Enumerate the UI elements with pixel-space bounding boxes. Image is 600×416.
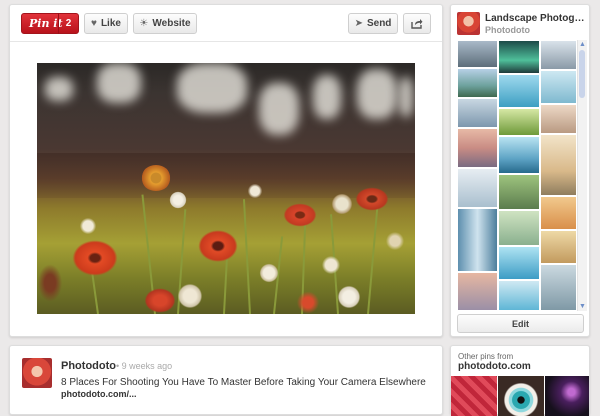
board-thumbnail[interactable] <box>498 40 540 74</box>
arrow-icon: ➤ <box>354 17 363 29</box>
pin-description: 8 Places For Shooting You Have To Master… <box>61 377 426 388</box>
pinner-info-card: Photodoto • 9 weeks ago 8 Places For Sho… <box>9 345 443 415</box>
board-thumbnail[interactable] <box>457 40 498 68</box>
board-thumbnail[interactable] <box>457 98 498 128</box>
board-thumbnail[interactable] <box>540 134 577 196</box>
board-thumbnail[interactable] <box>498 74 540 108</box>
globe-icon: ☀ <box>139 17 149 29</box>
heart-icon: ♥ <box>91 17 97 29</box>
send-label: Send <box>366 18 392 29</box>
board-title[interactable]: Landscape Photogra... <box>485 13 585 24</box>
pinner-name[interactable]: Photodoto <box>61 360 116 372</box>
board-thumbnail[interactable] <box>457 168 498 208</box>
board-thumbnail[interactable] <box>540 264 577 311</box>
board-thumbnail[interactable] <box>457 272 498 311</box>
like-button[interactable]: ♥ Like <box>84 13 128 34</box>
other-pin-thumbnail[interactable] <box>545 376 589 416</box>
board-owner[interactable]: Photodoto <box>485 25 530 35</box>
board-card: Landscape Photogra... Photodoto ▲ ▼ Edit <box>450 4 590 337</box>
pinner-avatar[interactable] <box>22 358 52 388</box>
like-label: Like <box>100 18 121 29</box>
website-button[interactable]: ☀ Website <box>133 13 197 34</box>
board-thumbnail[interactable] <box>540 70 577 104</box>
scrollbar-thumb[interactable] <box>579 50 585 98</box>
board-thumbnail[interactable] <box>540 104 577 134</box>
board-avatar[interactable] <box>457 12 480 35</box>
pin-card: Pin it 2 ♥ Like ☀ Website ➤ Send <box>9 4 443 337</box>
edit-board-button[interactable]: Edit <box>457 314 584 333</box>
board-thumbnail[interactable] <box>498 174 540 210</box>
board-thumbnail[interactable] <box>540 196 577 230</box>
other-pins-source[interactable]: photodoto.com <box>458 361 531 372</box>
send-button[interactable]: ➤ Send <box>348 13 398 34</box>
board-thumbnail[interactable] <box>498 108 540 136</box>
board-thumbnail[interactable] <box>457 208 498 272</box>
board-thumbnail[interactable] <box>457 68 498 98</box>
other-pin-thumbnail[interactable] <box>451 376 497 416</box>
board-thumbnail[interactable] <box>498 136 540 174</box>
other-pin-thumbnail[interactable] <box>498 376 544 416</box>
scroll-up-arrow-icon[interactable]: ▲ <box>578 40 587 49</box>
website-label: Website <box>152 18 191 29</box>
pin-it-button[interactable]: Pin it 2 <box>21 13 79 34</box>
pin-toolbar: Pin it 2 ♥ Like ☀ Website ➤ Send <box>10 5 442 42</box>
board-thumbnail[interactable] <box>498 246 540 280</box>
share-button[interactable] <box>403 13 431 34</box>
share-icon <box>411 19 423 29</box>
board-thumbnail[interactable] <box>540 230 577 264</box>
pin-image[interactable] <box>37 63 415 314</box>
pin-it-count: 2 <box>58 13 78 34</box>
board-thumbnail[interactable] <box>540 40 577 70</box>
board-thumbnail-grid <box>457 40 577 311</box>
scroll-down-arrow-icon[interactable]: ▼ <box>578 302 587 311</box>
board-thumbnail[interactable] <box>457 128 498 168</box>
board-scrollbar[interactable]: ▲ ▼ <box>577 40 587 311</box>
pin-source-link[interactable]: photodoto.com/... <box>61 389 137 399</box>
pin-age: • 9 weeks ago <box>116 361 173 371</box>
board-thumbnail[interactable] <box>498 210 540 246</box>
other-pins-card: Other pins from photodoto.com <box>450 345 590 416</box>
other-pins-label: Other pins from <box>458 352 514 361</box>
board-thumbnail[interactable] <box>498 280 540 311</box>
